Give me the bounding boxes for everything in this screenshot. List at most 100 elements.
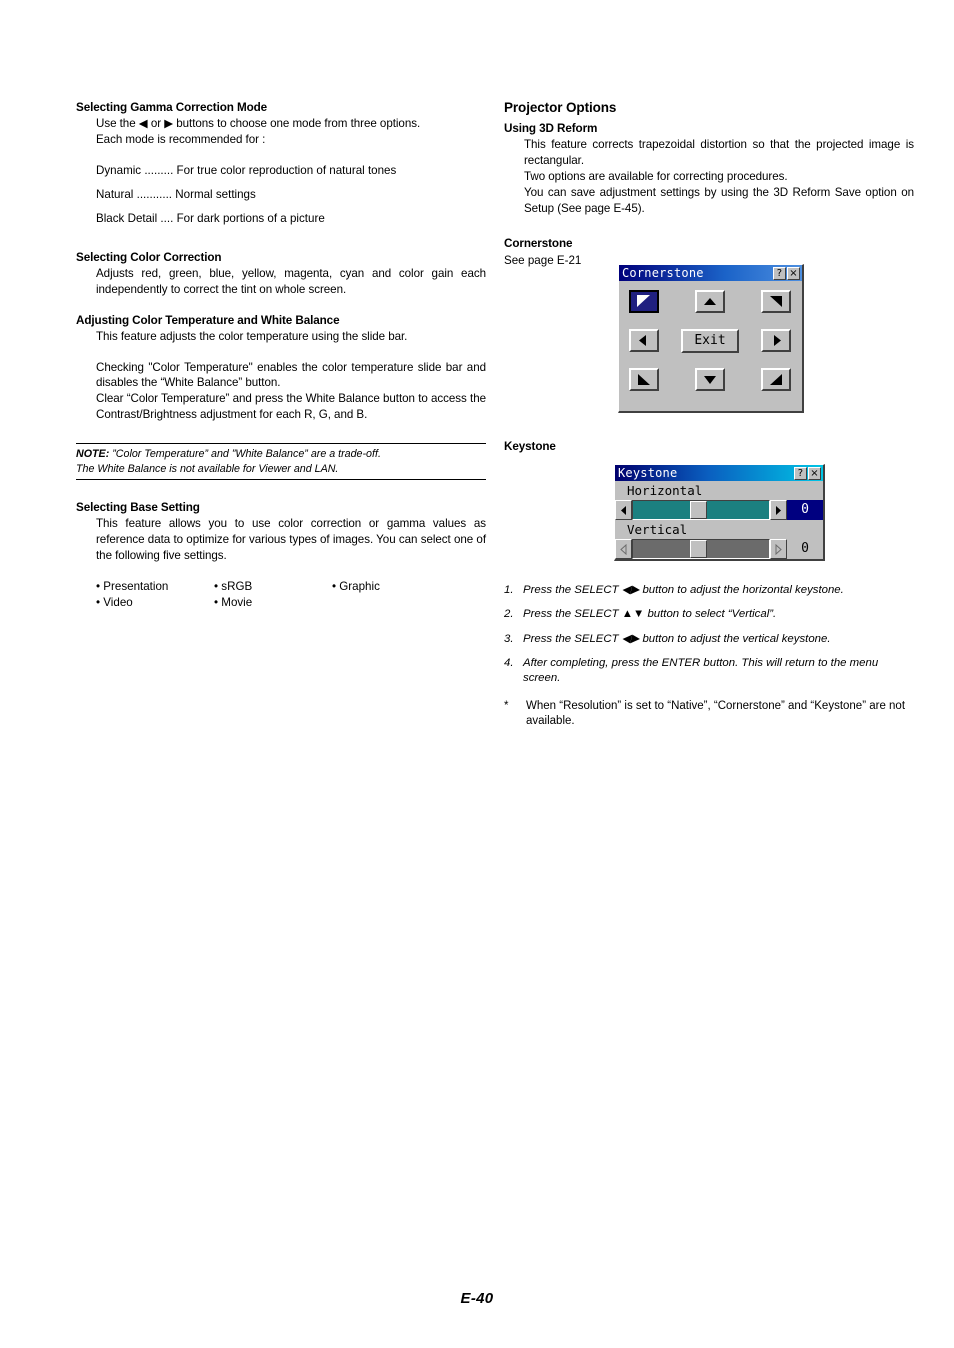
- help-icon[interactable]: ?: [773, 266, 786, 280]
- arrow-right-icon: [774, 335, 781, 346]
- right-column: Projector Options Using 3D Reform This f…: [504, 100, 914, 730]
- 3d-reform-body1: This feature corrects trapezoidal distor…: [524, 138, 914, 167]
- horizontal-slider-track[interactable]: [632, 500, 770, 520]
- cornerstone-dialog: Cornerstone ? × Exit: [618, 264, 804, 413]
- corner-top-left-icon: [637, 295, 650, 307]
- left-column: Selecting Gamma Correction Mode Use the …: [76, 100, 486, 611]
- horizontal-slider-thumb[interactable]: [690, 501, 708, 519]
- vertical-value: 0: [787, 539, 823, 559]
- vertical-slider-track[interactable]: [632, 539, 770, 559]
- vertical-label: Vertical: [615, 520, 823, 539]
- arrow-right-icon: [775, 543, 782, 555]
- corner-top-left-button[interactable]: [629, 290, 659, 313]
- arrow-down-icon: [704, 376, 716, 384]
- corner-bottom-right-button[interactable]: [761, 368, 791, 391]
- arrow-left-icon: [639, 335, 646, 346]
- base-setting-options: • Presentation • sRGB • Graphic • Video …: [96, 579, 486, 611]
- base-setting-option: • Presentation: [96, 580, 169, 594]
- 3d-reform-body2: Two options are available for correcting…: [524, 169, 788, 183]
- step-text: Press the SELECT ◀▶ button to adjust the…: [523, 583, 844, 596]
- base-setting-option: • sRGB: [214, 580, 253, 594]
- list-item: 3. Press the SELECT ◀▶ button to adjust …: [504, 632, 914, 647]
- base-setting-heading: Selecting Base Setting: [76, 501, 200, 515]
- close-icon[interactable]: ×: [808, 466, 821, 480]
- base-setting-options-row: • Presentation • sRGB • Graphic: [96, 579, 486, 595]
- color-temperature-body1: This feature adjusts the color temperatu…: [96, 329, 408, 343]
- list-item: 4. After completing, press the ENTER but…: [504, 656, 914, 687]
- slider-right-arrow-button[interactable]: [770, 539, 787, 559]
- exit-button[interactable]: Exit: [681, 329, 739, 353]
- note-line1: NOTE: ”Color Temperature” and ”White Bal…: [76, 447, 486, 462]
- step-text: Press the SELECT ▲▼ button to select “Ve…: [523, 608, 777, 621]
- horizontal-label: Horizontal: [615, 481, 823, 500]
- color-correction-heading: Selecting Color Correction: [76, 250, 222, 264]
- color-temperature-body2: Checking "Color Temperature" enables the…: [96, 360, 486, 390]
- slider-right-arrow-button[interactable]: [770, 500, 787, 520]
- gamma-mode-row: Natural ........... Normal settings: [96, 187, 486, 203]
- gamma-mode-name: Natural ...........: [96, 187, 173, 201]
- cornerstone-button-grid: Exit: [619, 281, 802, 410]
- note-label: NOTE:: [76, 448, 110, 461]
- footnote-text: When “Resolution” is set to “Native”, “C…: [526, 699, 906, 728]
- 3d-reform-heading: Using 3D Reform: [504, 121, 598, 135]
- horizontal-value: 0: [787, 500, 823, 520]
- corner-bottom-left-button[interactable]: [629, 368, 659, 391]
- gamma-mode-desc: Normal settings: [175, 187, 256, 201]
- slider-left-arrow-button[interactable]: [615, 500, 632, 520]
- vertical-slider-row[interactable]: 0: [615, 539, 823, 559]
- gamma-mode-desc: For dark portions of a picture: [176, 211, 325, 225]
- arrow-up-button[interactable]: [695, 290, 725, 313]
- corner-bottom-right-icon: [770, 374, 782, 385]
- gamma-mode-name: Dynamic .........: [96, 163, 174, 177]
- section-gamma: Selecting Gamma Correction Mode Use the …: [76, 100, 486, 227]
- gamma-mode-row: Black Detail .... For dark portions of a…: [96, 211, 486, 227]
- step-number: 4.: [504, 656, 514, 669]
- 3d-reform-body3: You can save adjustment settings by usin…: [524, 185, 914, 215]
- color-temperature-heading: Adjusting Color Temperature and White Ba…: [76, 313, 340, 327]
- gamma-intro-line2: Each mode is recommended for :: [96, 133, 266, 147]
- base-setting-option: • Movie: [214, 596, 253, 610]
- note-block: NOTE: ”Color Temperature” and ”White Bal…: [76, 443, 486, 481]
- vertical-slider-thumb[interactable]: [690, 540, 708, 558]
- cornerstone-heading: Cornerstone: [504, 237, 573, 251]
- arrow-left-icon: [621, 505, 626, 515]
- corner-top-right-button[interactable]: [761, 290, 791, 313]
- keystone-steps: 1. Press the SELECT ◀▶ button to adjust …: [504, 583, 914, 687]
- base-setting-body: This feature allows you to use color cor…: [96, 517, 486, 563]
- gamma-intro-line1: Use the ◀ or ▶ buttons to choose one mod…: [96, 117, 421, 131]
- cornerstone-title-text: Cornerstone: [622, 266, 704, 280]
- manual-page: Selecting Gamma Correction Mode Use the …: [0, 0, 954, 1348]
- base-setting-option: • Video: [96, 596, 133, 610]
- corner-bottom-left-icon: [638, 374, 650, 385]
- arrow-left-icon: [620, 543, 627, 555]
- note-text1: ”Color Temperature” and ”White Balance” …: [109, 448, 381, 461]
- arrow-up-icon: [704, 298, 716, 305]
- close-icon[interactable]: ×: [787, 266, 800, 280]
- slider-left-arrow-button[interactable]: [615, 539, 632, 559]
- page-footer: E-40: [460, 1290, 494, 1307]
- arrow-right-button[interactable]: [761, 329, 791, 352]
- keystone-title-bar: Keystone ? ×: [615, 465, 823, 481]
- footnote: * When “Resolution” is set to “Native”, …: [504, 699, 914, 730]
- keystone-dialog: Keystone ? × Horizontal 0 Vertical 0: [614, 464, 825, 561]
- color-correction-body: Adjusts red, green, blue, yellow, magent…: [96, 266, 486, 296]
- note-line2: The White Balance is not available for V…: [76, 462, 339, 475]
- arrow-down-button[interactable]: [695, 368, 725, 391]
- section-base-setting: Selecting Base Setting This feature allo…: [76, 500, 486, 611]
- step-text: After completing, press the ENTER button…: [523, 656, 879, 685]
- horizontal-slider-row[interactable]: 0: [615, 500, 823, 520]
- gamma-mode-row: Dynamic ......... For true color reprodu…: [96, 163, 486, 179]
- list-item: 1. Press the SELECT ◀▶ button to adjust …: [504, 583, 914, 598]
- page-title: Projector Options: [504, 100, 617, 115]
- keystone-title-text: Keystone: [618, 466, 678, 480]
- step-number: 2.: [504, 608, 514, 621]
- list-item: 2. Press the SELECT ▲▼ button to select …: [504, 607, 914, 622]
- base-setting-options-row: • Video • Movie: [96, 595, 486, 611]
- step-number: 1.: [504, 583, 514, 596]
- corner-top-right-icon: [770, 296, 782, 307]
- keystone-heading: Keystone: [504, 439, 556, 453]
- cornerstone-title-bar: Cornerstone ? ×: [619, 265, 802, 281]
- gamma-mode-name: Black Detail ....: [96, 211, 174, 225]
- help-icon[interactable]: ?: [794, 466, 807, 480]
- arrow-left-button[interactable]: [629, 329, 659, 352]
